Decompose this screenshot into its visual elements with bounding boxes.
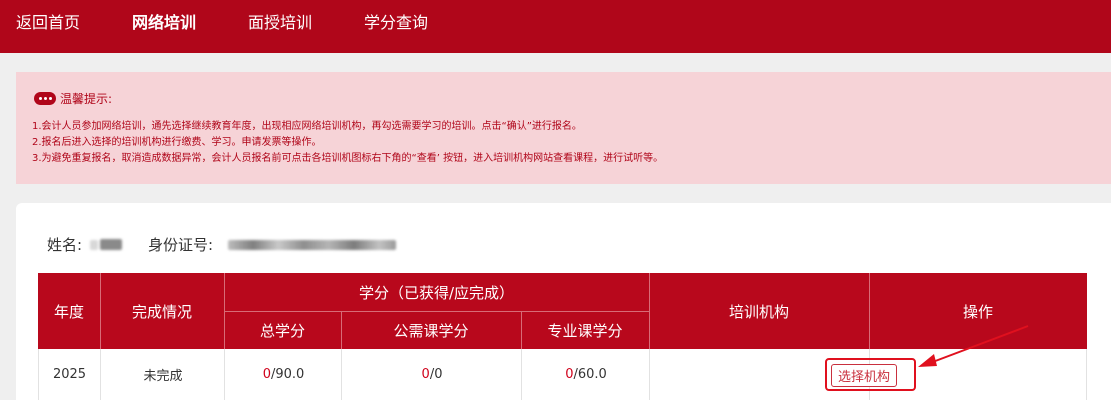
name-redacted — [90, 240, 98, 250]
header-institution: 培训机构 — [728, 302, 789, 321]
header-divider — [224, 311, 649, 312]
header-year: 年度 — [53, 302, 84, 321]
notice-header: 温馨提示: — [34, 90, 112, 106]
cell-year: 2025 — [52, 367, 87, 382]
more-dots-icon — [34, 91, 56, 105]
nav-item-face-to-face-training[interactable]: 面授培训 — [248, 0, 312, 45]
total-required: /90.0 — [270, 367, 305, 382]
header-professional-credits: 专业课学分 — [547, 321, 623, 340]
header-divider — [649, 273, 650, 349]
id-number-label: 身份证号: — [148, 236, 214, 254]
nav-item-home[interactable]: 返回首页 — [16, 0, 80, 45]
header-divider — [869, 273, 870, 349]
header-public-credits: 公需课学分 — [393, 321, 469, 340]
header-status: 完成情况 — [131, 302, 192, 321]
table-header: 年度 完成情况 学分（已获得/应完成） 总学分 公需课学分 专业课学分 培训机构… — [38, 273, 1087, 349]
cell-public-credits: 0/0 — [342, 349, 522, 400]
professional-required: /60.0 — [573, 367, 607, 382]
professional-earned: 0 — [565, 367, 574, 382]
notice-line-1: 1.会计人员参加网络培训，通先选择继续教育年度，出现相应网络培训机构，再勾选需要… — [32, 121, 582, 132]
name-label: 姓名: — [47, 236, 83, 254]
nav-item-online-training[interactable]: 网络培训 — [132, 0, 196, 45]
notice-title: 温馨提示: — [60, 91, 113, 106]
header-total-credits: 总学分 — [259, 321, 305, 340]
public-earned: 0 — [421, 367, 430, 382]
header-divider — [100, 273, 101, 349]
header-credits-group: 学分（已获得/应完成） — [358, 283, 515, 302]
annotation-highlight-box — [825, 358, 916, 391]
top-nav: 返回首页 网络培训 面授培训 学分查询 — [0, 0, 1111, 53]
notice-panel: 温馨提示: 1.会计人员参加网络培训，通先选择继续教育年度，出现相应网络培训机构… — [16, 72, 1111, 184]
header-action: 操作 — [962, 302, 993, 321]
public-required: /0 — [429, 367, 443, 382]
cell-total-credits: 0/90.0 — [225, 349, 342, 400]
total-earned: 0 — [262, 367, 271, 382]
header-divider — [521, 311, 522, 349]
table-row: 2025 未完成 0/90.0 0/0 0/60.0 — [38, 349, 1087, 400]
cell-professional-credits: 0/60.0 — [522, 349, 650, 400]
id-number-redacted — [228, 240, 396, 250]
nav-item-credit-query[interactable]: 学分查询 — [364, 0, 428, 45]
header-divider — [341, 311, 342, 349]
name-redacted — [100, 239, 122, 250]
notice-line-2: 2.报名后进入选择的培训机构进行缴费、学习。申请发票等操作。 — [32, 137, 322, 148]
cell-status: 未完成 — [143, 369, 183, 384]
notice-line-3: 3.为避免重复报名，取消造成数据异常，会计人员报名前可点击各培训机图标右下角的“… — [32, 153, 664, 164]
